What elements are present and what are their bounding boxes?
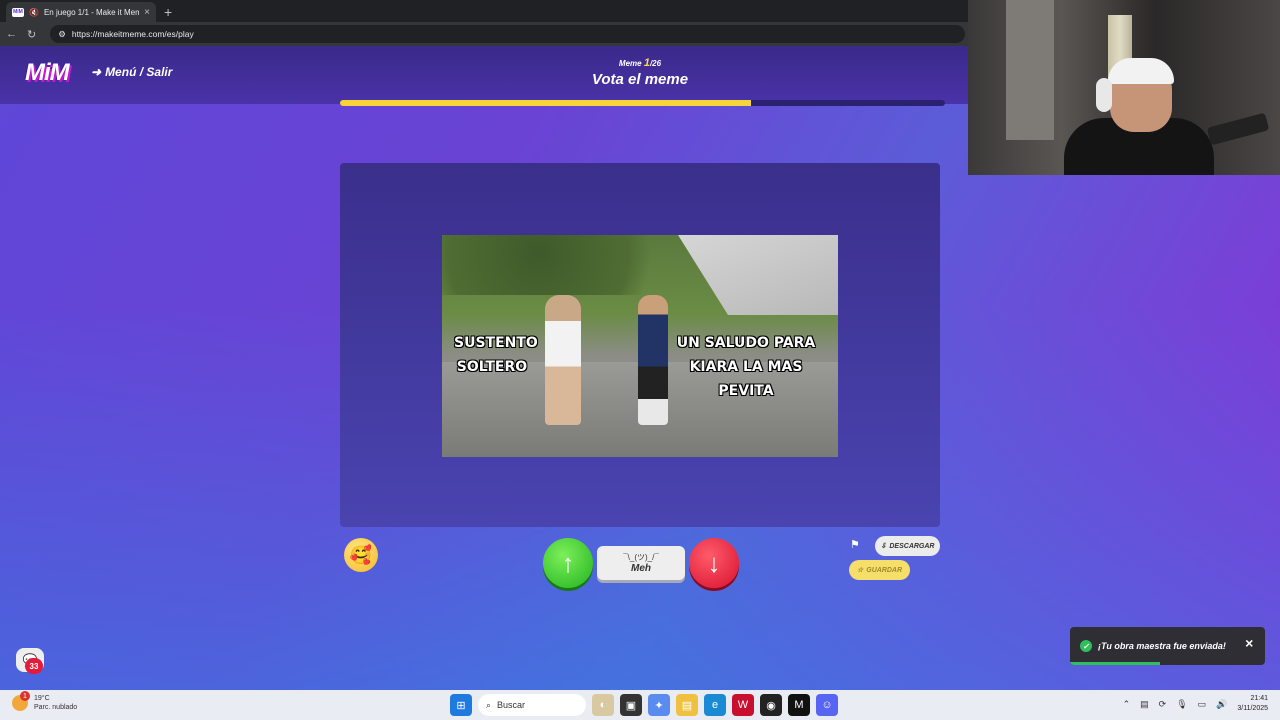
webcam-headset [1096,78,1112,112]
webcam-mic [1206,112,1270,146]
save-label: GUARDAR [866,566,903,574]
meme-boy-figure [638,295,668,425]
url-field[interactable]: ⚙ https://makeitmeme.com/es/play [50,25,966,43]
round-progress-bar [340,100,945,106]
meh-button[interactable]: ¯\_(ツ)_/¯ Meh [597,546,685,580]
round-title: Vota el meme [591,71,689,88]
file-explorer-icon[interactable]: ▤ [676,694,698,716]
arrow-up-icon: ↑ [561,547,575,578]
meme-trees [442,235,682,295]
tray-app-icon[interactable]: ▤ [1140,699,1149,710]
meh-label: Meh [631,563,651,574]
tray-chevron-icon[interactable]: ⌃ [1123,699,1131,710]
tab-title: En juego 1/1 - Make it Meme [43,7,140,17]
download-icon: ⇩ [880,543,887,550]
logo[interactable]: MiM [25,59,70,87]
taskbar-search-label: Buscar [497,700,526,710]
meme-girl-figure [545,295,581,425]
vote-controls: ↑ ¯\_(ツ)_/¯ Meh ↓ [543,538,739,588]
network-icon[interactable]: ▭ [1198,699,1207,710]
weather-alert-badge: 1 [20,691,30,701]
save-button[interactable]: ☆ GUARDAR [849,560,910,580]
webcam-cap [1108,58,1174,84]
address-bar: ← ↻ ⚙ https://makeitmeme.com/es/play [0,22,968,46]
weather-desc: Parc. nublado [34,704,78,711]
toast-message: ¡Tu obra maestra fue enviada! [1098,641,1226,651]
webcam-overlay [968,0,1280,175]
toast-timer-bar [1070,662,1160,665]
meme-caption-right: UN SALUDO PARA KIARA LA MAS PEVITA [676,335,816,399]
counter-total: /26 [649,59,662,68]
search-icon: ⌕ [486,699,492,710]
clock[interactable]: 21:41 3/11/2025 [1237,694,1268,714]
reload-icon[interactable]: ↻ [27,28,36,41]
site-info-icon[interactable]: ⚙ [58,29,66,40]
meme-image: SUSTENTO SOLTERO UN SALUDO PARA KIARA LA… [442,235,838,457]
webcam-door [1006,0,1054,140]
volume-icon[interactable]: 🔊 [1216,699,1227,710]
arrow-down-icon: ↓ [707,547,721,578]
clock-date: 3/11/2025 [1237,705,1268,712]
chrome-icon[interactable]: ◉ [760,694,782,716]
notification-toast: ✓ ¡Tu obra maestra fue enviada! × [1070,627,1265,665]
exit-icon: ➜ [91,65,102,79]
weather-temp: 19°C [34,695,50,702]
windows-start-icon[interactable]: ⊞ [450,694,472,716]
star-icon: ☆ [856,567,864,574]
chat-badge: 33 [25,658,43,674]
download-button[interactable]: ⇩ DESCARGAR [875,536,940,556]
download-label: DESCARGAR [889,542,935,550]
browser-tab-bar: MiM 🔇 En juego 1/1 - Make it Meme × + [0,0,968,22]
meme-counter: Meme 1/26 [540,57,740,69]
meme-caption-left: SUSTENTO SOLTERO [454,335,538,375]
back-icon[interactable]: ← [6,28,17,40]
weather-widget[interactable]: 1 19°C Parc. nublado [12,691,78,712]
round-progress-fill [340,100,752,106]
taskbar-search[interactable]: ⌕ Buscar [478,694,586,716]
url-text: https://makeitmeme.com/es/play [71,29,194,39]
check-icon: ✓ [1080,640,1092,652]
new-tab-button[interactable]: + [164,2,172,22]
system-tray: ⌃ ▤ ⟳ 🎙 ▭ 🔊 21:41 3/11/2025 [1123,694,1268,714]
toast-close-button[interactable]: × [1245,635,1253,651]
app-icon-red[interactable]: W [732,694,754,716]
clock-time: 21:41 [1250,695,1268,702]
discord-icon[interactable]: ☺ [816,694,838,716]
task-view-icon[interactable]: ▣ [620,694,642,716]
copilot-icon[interactable]: ✦ [648,694,670,716]
browser-tab[interactable]: MiM 🔇 En juego 1/1 - Make it Meme × [6,2,156,22]
menu-exit-link[interactable]: ➜ Menú / Salir [91,65,172,79]
meme-panel: SUSTENTO SOLTERO UN SALUDO PARA KIARA LA… [340,163,940,527]
windows-taskbar: 1 19°C Parc. nublado ⊞ ⌕ Buscar ◐ ▣ ✦ ▤ … [0,690,1280,720]
menu-exit-label: Menú / Salir [105,65,173,79]
mute-icon[interactable]: 🔇 [29,8,39,17]
mic-icon[interactable]: 🎙 [1176,699,1187,710]
weather-icon: 1 [12,691,30,711]
tab-close-button[interactable]: × [144,7,150,18]
upvote-button[interactable]: ↑ [543,538,593,588]
app-icon-m[interactable]: M [788,694,810,716]
tray-sync-icon[interactable]: ⟳ [1159,699,1167,710]
widgets-icon[interactable]: ◐ [592,694,614,716]
report-flag-icon[interactable]: ⚑ [850,538,860,551]
downvote-button[interactable]: ↓ [689,538,739,588]
taskbar-apps: ⊞ ⌕ Buscar ◐ ▣ ✦ ▤ e W ◉ M ☺ [450,694,838,716]
game-header: MiM ➜ Menú / Salir Meme 1/26 Vota el mem… [0,46,968,106]
emoji-reaction-button[interactable]: 🥰 [344,538,378,572]
counter-prefix: Meme [618,59,642,68]
meh-face: ¯\_(ツ)_/¯ [623,553,659,562]
edge-icon[interactable]: e [704,694,726,716]
favicon: MiM [12,7,24,17]
